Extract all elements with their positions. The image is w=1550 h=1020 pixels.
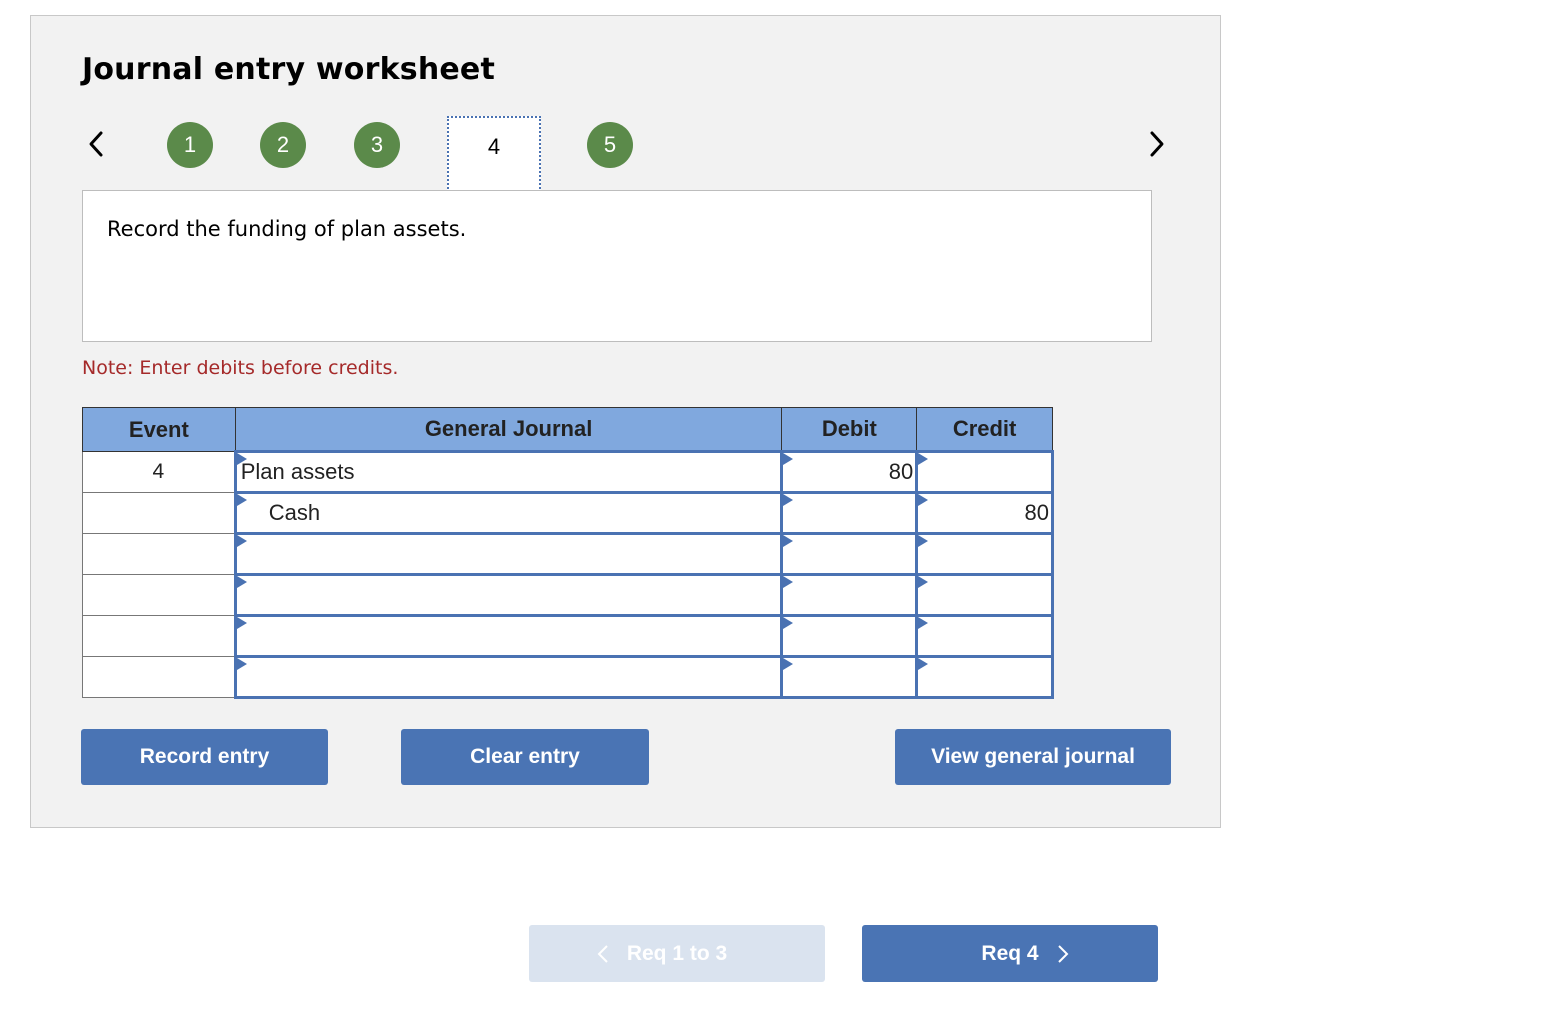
credit-input[interactable] bbox=[915, 573, 1054, 617]
dropdown-indicator-icon bbox=[236, 617, 247, 629]
debit-input[interactable] bbox=[780, 532, 919, 576]
table-header-row: Event General Journal Debit Credit bbox=[82, 407, 1053, 452]
previous-requirement-button[interactable]: Req 1 to 3 bbox=[529, 925, 825, 982]
account-input-value: Cash bbox=[268, 500, 321, 525]
worksheet-title: Journal entry worksheet bbox=[82, 52, 496, 87]
dropdown-indicator-icon bbox=[918, 535, 929, 547]
account-input[interactable] bbox=[233, 614, 784, 658]
step-4-button-current[interactable]: 4 bbox=[447, 116, 541, 192]
step-1-button[interactable]: 1 bbox=[167, 122, 213, 168]
credit-input[interactable] bbox=[915, 532, 1054, 576]
journal-entry-table: Event General Journal Debit Credit 4 Plan… bbox=[82, 407, 1054, 699]
account-input[interactable]: Cash bbox=[233, 491, 784, 535]
journal-row bbox=[82, 573, 1054, 617]
credit-input-value: 80 bbox=[1024, 500, 1049, 525]
dropdown-indicator-icon bbox=[918, 494, 929, 506]
header-general-journal: General Journal bbox=[234, 407, 783, 452]
step-5-button[interactable]: 5 bbox=[587, 122, 633, 168]
header-credit: Credit bbox=[916, 407, 1053, 452]
dropdown-indicator-icon bbox=[236, 535, 247, 547]
debit-input[interactable] bbox=[780, 491, 919, 535]
dropdown-indicator-icon bbox=[236, 658, 247, 670]
next-requirement-label: Req 4 bbox=[981, 941, 1039, 965]
step-2-button[interactable]: 2 bbox=[260, 122, 306, 168]
credit-input[interactable] bbox=[915, 450, 1054, 494]
previous-requirement-label: Req 1 to 3 bbox=[626, 941, 728, 965]
journal-row bbox=[82, 655, 1054, 699]
chevron-left-icon bbox=[597, 944, 609, 964]
event-cell: 4 bbox=[82, 451, 236, 493]
debit-input[interactable] bbox=[780, 655, 919, 699]
clear-entry-button[interactable]: Clear entry bbox=[401, 729, 649, 785]
event-cell bbox=[82, 615, 236, 657]
journal-row: Cash 80 bbox=[82, 491, 1054, 535]
debit-input-value: 80 bbox=[888, 459, 914, 484]
instruction-box: Record the funding of plan assets. bbox=[82, 190, 1152, 342]
event-cell bbox=[82, 656, 236, 698]
journal-worksheet-panel: Journal entry worksheet 1 2 3 4 5 Record… bbox=[30, 15, 1221, 828]
dropdown-indicator-icon bbox=[236, 453, 247, 465]
journal-row: 4 Plan assets 80 bbox=[82, 450, 1054, 494]
debit-input[interactable] bbox=[780, 614, 919, 658]
credit-input[interactable]: 80 bbox=[915, 491, 1054, 535]
chevron-right-icon bbox=[1057, 944, 1069, 964]
credit-input[interactable] bbox=[915, 655, 1054, 699]
debit-input[interactable]: 80 bbox=[780, 450, 919, 494]
dropdown-indicator-icon bbox=[918, 658, 929, 670]
instruction-text: Record the funding of plan assets. bbox=[107, 217, 467, 241]
debit-input[interactable] bbox=[780, 573, 919, 617]
debit-credit-note: Note: Enter debits before credits. bbox=[82, 357, 399, 379]
journal-row bbox=[82, 532, 1054, 576]
next-step-button[interactable] bbox=[1142, 124, 1172, 164]
dropdown-indicator-icon bbox=[918, 617, 929, 629]
dropdown-indicator-icon bbox=[918, 453, 929, 465]
next-requirement-button[interactable]: Req 4 bbox=[862, 925, 1158, 982]
dropdown-indicator-icon bbox=[236, 576, 247, 588]
chevron-right-icon bbox=[1150, 131, 1164, 157]
dropdown-indicator-icon bbox=[783, 453, 794, 465]
dropdown-indicator-icon bbox=[783, 535, 794, 547]
account-input-value: Plan assets bbox=[240, 459, 355, 484]
account-input[interactable]: Plan assets bbox=[233, 450, 784, 494]
account-input[interactable] bbox=[233, 573, 784, 617]
credit-input[interactable] bbox=[915, 614, 1054, 658]
chevron-left-icon bbox=[89, 131, 103, 157]
account-input[interactable] bbox=[233, 532, 784, 576]
header-event: Event bbox=[82, 407, 236, 452]
event-cell bbox=[82, 492, 236, 534]
dropdown-indicator-icon bbox=[783, 576, 794, 588]
event-cell bbox=[82, 574, 236, 616]
record-entry-button[interactable]: Record entry bbox=[81, 729, 328, 785]
dropdown-indicator-icon bbox=[918, 576, 929, 588]
view-general-journal-button[interactable]: View general journal bbox=[895, 729, 1171, 785]
previous-step-button[interactable] bbox=[81, 124, 111, 164]
dropdown-indicator-icon bbox=[783, 658, 794, 670]
event-cell bbox=[82, 533, 236, 575]
step-3-button[interactable]: 3 bbox=[354, 122, 400, 168]
journal-row bbox=[82, 614, 1054, 658]
dropdown-indicator-icon bbox=[783, 494, 794, 506]
header-debit: Debit bbox=[781, 407, 918, 452]
dropdown-indicator-icon bbox=[236, 494, 247, 506]
account-input[interactable] bbox=[233, 655, 784, 699]
dropdown-indicator-icon bbox=[783, 617, 794, 629]
